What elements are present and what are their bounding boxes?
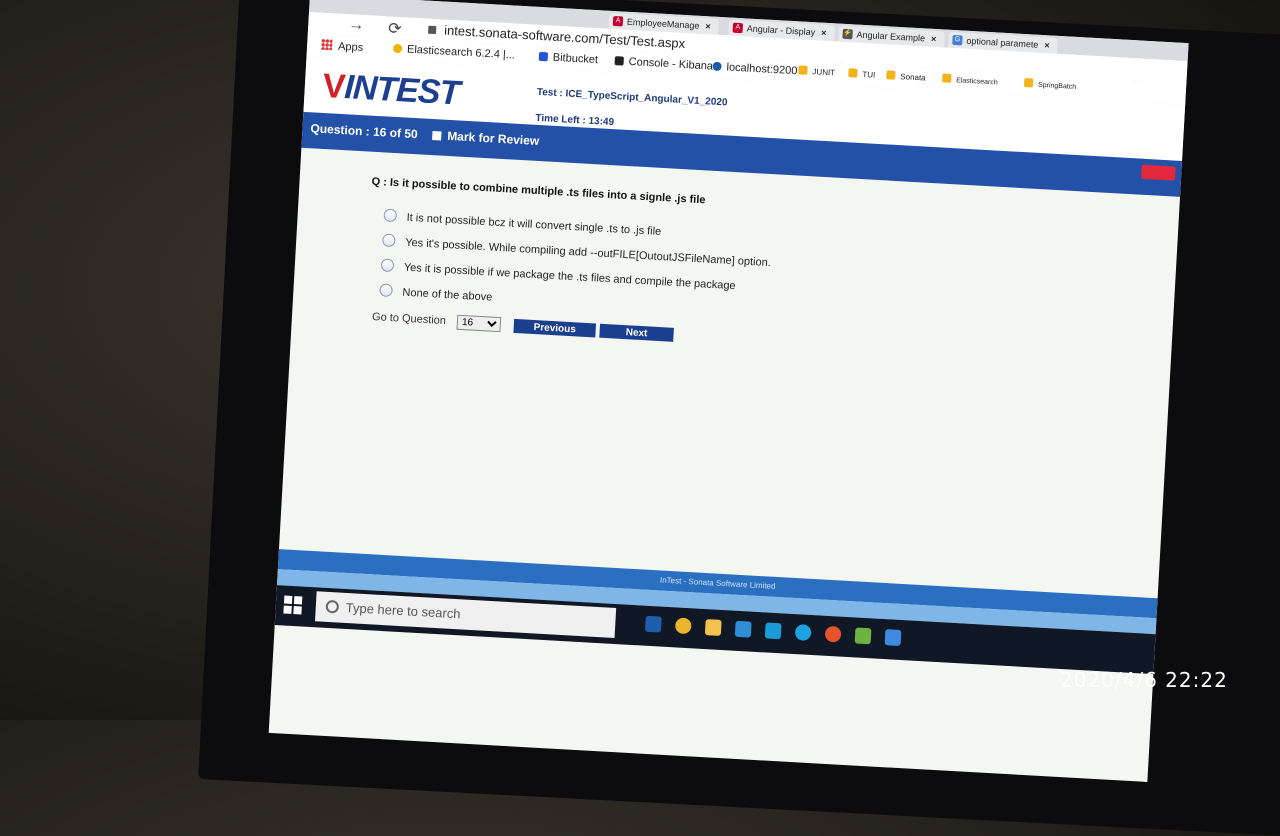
folder-icon	[798, 65, 808, 75]
answer-option[interactable]: None of the above	[379, 283, 493, 304]
folder-icon	[886, 70, 896, 80]
bookmark-springbatch[interactable]: SpringBatch	[1023, 78, 1077, 91]
monitor-screen: A EmployeeManage × A Angular - Display × ⚡…	[268, 0, 1189, 782]
app-icon[interactable]	[824, 625, 842, 643]
radio-button[interactable]	[380, 258, 395, 273]
previous-button[interactable]: Previous	[513, 318, 597, 338]
bookmark-label: localhost:9200	[726, 61, 798, 78]
bookmark-label: Console - Kibana	[628, 55, 714, 73]
bookmark-label: SpringBatch	[1037, 81, 1077, 91]
bookmark-label: JUNIT	[812, 67, 836, 78]
search-icon	[325, 599, 340, 614]
folder-icon	[942, 73, 952, 83]
next-button[interactable]: Next	[599, 323, 674, 342]
bookmark-label: Bitbucket	[552, 51, 599, 67]
option-label: It is not possible bcz it will convert s…	[406, 211, 662, 238]
tab-label: optional paramete	[966, 35, 1039, 50]
store-icon[interactable]	[734, 620, 752, 638]
mark-for-review-label: Mark for Review	[446, 128, 540, 149]
angular-icon: A	[612, 15, 624, 27]
end-test-button[interactable]	[1140, 164, 1176, 181]
bookmark-localhost[interactable]: localhost:9200	[712, 61, 798, 78]
file-explorer-icon[interactable]	[704, 619, 722, 636]
bitbucket-icon	[538, 51, 549, 62]
bookmark-elasticsearch-folder[interactable]: Elasticsearch	[942, 73, 998, 87]
mark-for-review-checkbox[interactable]: Mark for Review	[432, 128, 540, 148]
tab-label: Angular Example	[856, 29, 926, 44]
bookmark-label: Elasticsearch	[955, 77, 998, 87]
bookmark-elasticsearch[interactable]: Elasticsearch 6.2.4 |...	[392, 43, 516, 62]
bookmark-apps[interactable]: Apps	[320, 38, 364, 55]
radio-button[interactable]	[383, 208, 398, 223]
bookmark-kibana[interactable]: Console - Kibana	[614, 55, 714, 73]
close-icon[interactable]: ×	[931, 34, 937, 44]
close-icon[interactable]: ×	[705, 21, 711, 31]
answer-option[interactable]: It is not possible bcz it will convert s…	[383, 208, 662, 238]
close-icon[interactable]: ×	[1044, 40, 1050, 50]
goto-question-select[interactable]: 16	[456, 314, 502, 333]
radio-button[interactable]	[379, 283, 393, 298]
elasticsearch-icon	[392, 43, 403, 54]
mail-icon[interactable]	[764, 622, 782, 640]
bookmark-junit[interactable]: JUNIT	[798, 65, 835, 77]
bookmark-tui[interactable]: TUI	[848, 68, 876, 80]
logo-mark: V	[321, 66, 346, 107]
close-icon[interactable]: ×	[821, 28, 827, 38]
tab-label: Angular - Display	[746, 23, 816, 38]
goto-label: Go to Question	[371, 310, 447, 328]
edge-icon	[712, 61, 722, 72]
search-placeholder: Type here to search	[345, 599, 461, 622]
folder-icon	[1023, 78, 1034, 88]
google-icon: G	[952, 34, 963, 46]
intest-logo: VINTEST	[322, 67, 461, 114]
windows-start-icon[interactable]	[283, 595, 303, 615]
app-icon[interactable]	[884, 629, 902, 646]
lock-icon	[427, 25, 437, 35]
photo-timestamp: 2020/4/6 22:22	[1060, 668, 1228, 692]
apps-grid-icon	[320, 38, 333, 51]
logo-text: INTEST	[343, 68, 461, 113]
bolt-icon: ⚡	[842, 28, 853, 40]
kibana-icon	[614, 56, 624, 66]
bookmark-label: TUI	[862, 69, 876, 80]
angular-icon: A	[732, 22, 744, 34]
edge-icon[interactable]	[644, 615, 662, 633]
checkbox-icon	[432, 131, 442, 141]
question-counter: Question : 16 of 50	[310, 121, 419, 142]
skype-icon[interactable]	[794, 624, 812, 641]
forward-arrow-icon[interactable]: →	[348, 16, 365, 35]
bookmark-label: Elasticsearch 6.2.4 |...	[406, 43, 516, 62]
option-label: None of the above	[402, 286, 493, 304]
app-icon[interactable]	[854, 627, 872, 645]
bookmark-bitbucket[interactable]: Bitbucket	[538, 51, 599, 67]
radio-button[interactable]	[382, 233, 396, 248]
reload-icon[interactable]: ⟳	[388, 18, 403, 39]
bookmark-sonata[interactable]: Sonata	[886, 70, 926, 82]
test-name: Test : ICE_TypeScript_Angular_V1_2020	[536, 86, 728, 109]
bookmark-label: Apps	[337, 40, 364, 55]
question-text: Q : Is it possible to combine multiple .…	[371, 175, 706, 207]
goto-question: Go to Question 16	[371, 310, 502, 333]
bookmark-label: Sonata	[900, 72, 926, 83]
tab-label: EmployeeManage	[626, 16, 700, 31]
chrome-icon[interactable]	[674, 617, 692, 635]
folder-icon	[848, 68, 858, 78]
